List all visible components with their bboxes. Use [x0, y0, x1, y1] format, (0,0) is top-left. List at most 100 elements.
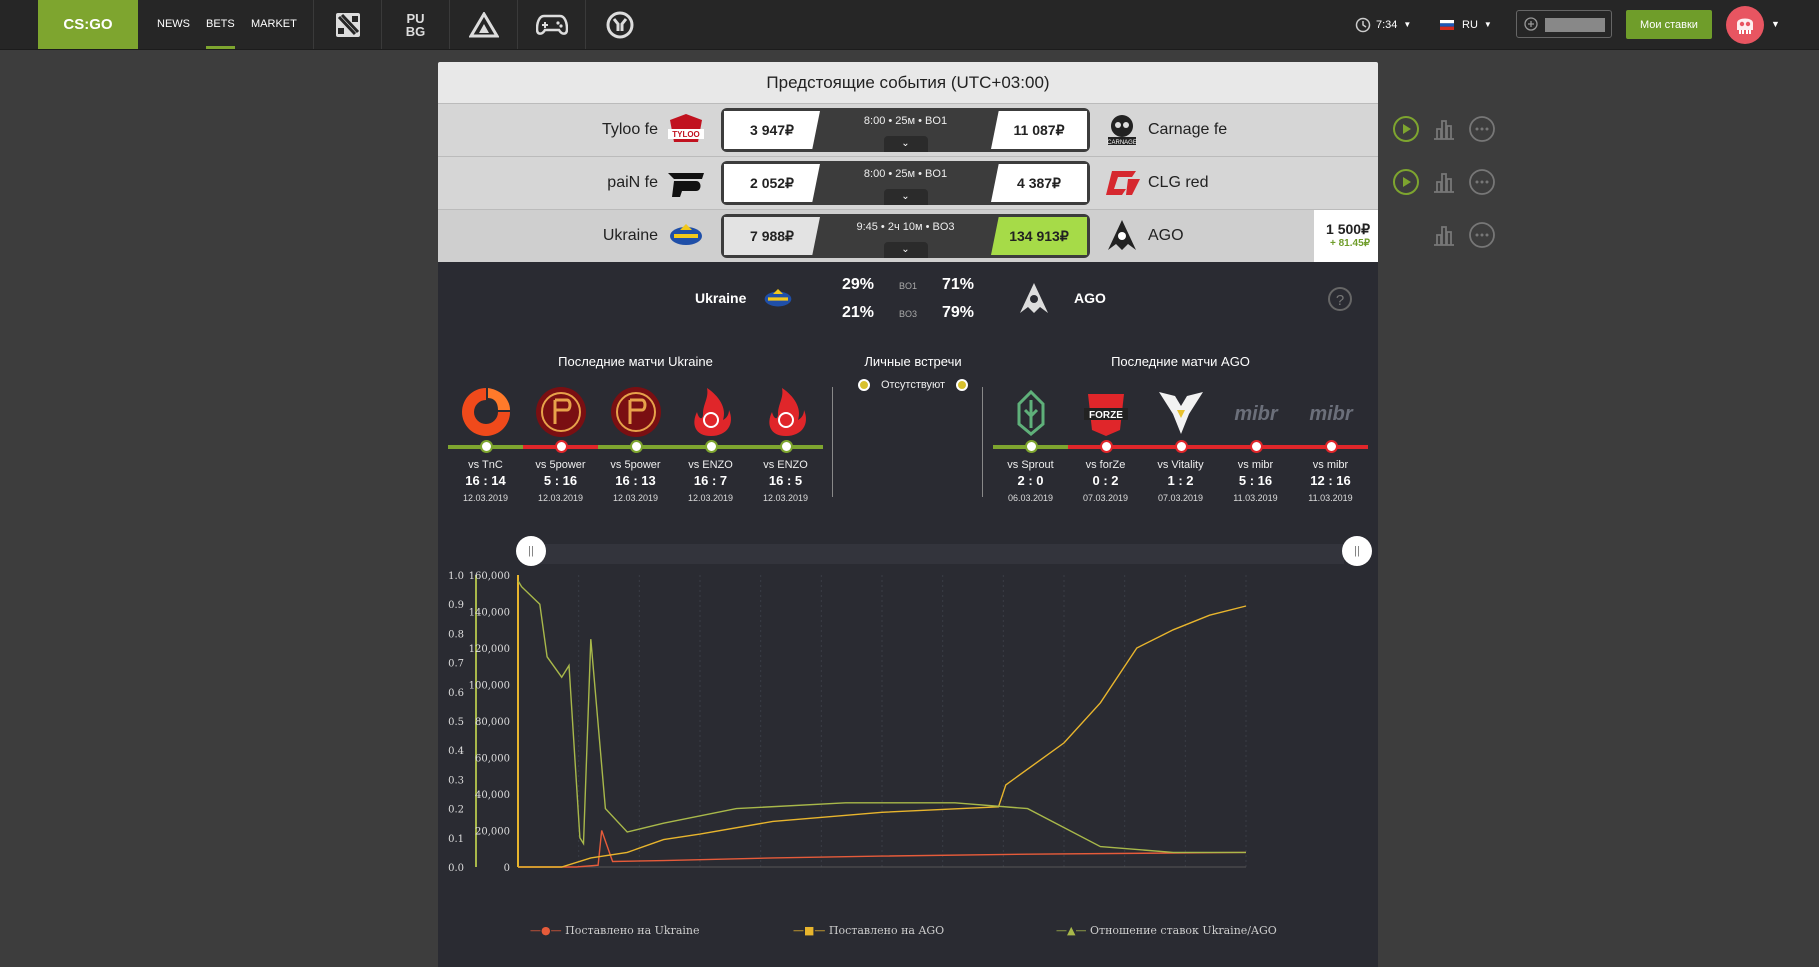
- game-tab-overwatch[interactable]: [585, 0, 653, 49]
- opponent-name: vs ENZO: [688, 459, 733, 471]
- left-odd-button[interactable]: 3 947₽: [724, 111, 820, 149]
- play-stream-icon[interactable]: [1392, 115, 1420, 143]
- ratio-tick-label: 0.8: [448, 629, 464, 640]
- game-tab-pubg[interactable]: PU BG: [381, 0, 449, 49]
- line-chart-svg: 1.0 0.9 0.8 0.7 0.6 0.5 0.4 0.3 0.2 0.1 0.0 160,000…: [448, 571, 1247, 874]
- nav-link-news[interactable]: NEWS: [157, 0, 190, 49]
- match-score: 16 : 14: [465, 473, 506, 488]
- sprout-logo-icon: [1017, 389, 1044, 436]
- stake-gain: + 81.45₽: [1329, 238, 1370, 249]
- nav-link-bets[interactable]: BETS: [206, 0, 235, 49]
- left-odd-button[interactable]: 2 052₽: [724, 164, 820, 202]
- bar-chart-icon[interactable]: [1430, 168, 1458, 196]
- clock[interactable]: 7:34 ▼: [1355, 0, 1411, 49]
- avatar[interactable]: [1726, 6, 1764, 44]
- ratio-tick-label: 1.0: [448, 571, 464, 582]
- recent-match-item[interactable]: vs TnC 16 : 14 12.03.2019: [448, 384, 523, 503]
- recent-match-item[interactable]: mibr vs mibr 5 : 16 11.03.2019: [1218, 384, 1293, 503]
- right-odd-button-selected[interactable]: 134 913₽: [991, 217, 1087, 255]
- help-icon[interactable]: ?: [1328, 287, 1352, 311]
- opponent-name: vs 5power: [535, 459, 586, 471]
- match-actions: [1392, 168, 1502, 198]
- nav-link-market[interactable]: MARKET: [251, 0, 297, 49]
- ago-logo-icon: [1020, 283, 1048, 313]
- game-tab-artifact[interactable]: [449, 0, 517, 49]
- vitality-logo-icon: [1158, 392, 1203, 434]
- ukraine-logo-icon: [670, 224, 702, 245]
- legend-item-ukraine[interactable]: —●— Поставлено на Ukraine: [530, 924, 700, 937]
- legend-item-ago[interactable]: —■— Поставлено на AGO: [793, 924, 944, 937]
- legend-item-ratio[interactable]: —▲— Отношение ставок Ukraine/AGO: [1056, 924, 1277, 937]
- language-selector[interactable]: RU ▼: [1440, 0, 1492, 49]
- match-details-panel: Ukraine 29% BO1 71% 21% BO3 79% AGO ? По…: [438, 262, 1378, 967]
- match-date: 07.03.2019: [1082, 493, 1129, 503]
- csgo-logo[interactable]: CS:GO: [38, 0, 138, 49]
- bar-chart-icon[interactable]: [1430, 221, 1458, 249]
- match-row-selected[interactable]: Ukraine 7 988₽ 9:45 • 2ч 10м • BO3 ⌄ 134…: [438, 209, 1378, 262]
- recent-match-item[interactable]: vs ENZO 16 : 7 12.03.2019: [673, 384, 748, 503]
- legend-marker-triangle: —▲—: [1056, 924, 1087, 937]
- match-score: 0 : 2: [1092, 473, 1119, 488]
- game-tab-gamepad[interactable]: [517, 0, 585, 49]
- odds-pill: 2 052₽ 8:00 • 25м • BO1 ⌄ 4 387₽: [721, 161, 1090, 205]
- match-score: 16 : 5: [768, 473, 803, 488]
- play-stream-icon[interactable]: [1392, 168, 1420, 196]
- match-date: 12.03.2019: [762, 493, 809, 503]
- recent-match-item[interactable]: FORZE vs forZe 0 : 2 07.03.2019: [1068, 384, 1143, 503]
- plus-circle-icon: [1524, 17, 1538, 31]
- right-team-name: CLG red: [1148, 174, 1209, 191]
- carnage-logo-text: CARNAGE: [1107, 140, 1137, 146]
- more-options-icon[interactable]: [1468, 115, 1496, 143]
- match-score: 1 : 2: [1167, 473, 1194, 488]
- left-team-name: Ukraine: [602, 227, 658, 244]
- match-actions: [1392, 115, 1502, 145]
- bo1-right-percent: 71%: [942, 276, 975, 293]
- legend-label: Отношение ставок Ukraine/AGO: [1089, 924, 1277, 937]
- match-score: 2 : 0: [1017, 473, 1044, 488]
- match-date: 06.03.2019: [1007, 493, 1054, 503]
- more-options-icon[interactable]: [1468, 168, 1496, 196]
- skull-avatar-icon: [1737, 18, 1753, 34]
- gamepad-icon: [535, 14, 568, 35]
- more-options-icon[interactable]: [1468, 221, 1496, 249]
- mibr-logo-text: mibr: [1309, 403, 1354, 425]
- right-odd-button[interactable]: 4 387₽: [991, 164, 1087, 202]
- chevron-down-icon[interactable]: ⌄: [883, 242, 928, 258]
- match-actions: [1392, 221, 1502, 251]
- recent-match-item[interactable]: vs Vitality 1 : 2 07.03.2019: [1143, 384, 1218, 503]
- opponent-name: vs Sprout: [1007, 459, 1054, 471]
- recent-match-item[interactable]: mibr vs mibr 12 : 16 11.03.2019: [1293, 384, 1368, 503]
- match-date: 11.03.2019: [1233, 493, 1278, 503]
- recent-match-item[interactable]: vs 5power 16 : 13 12.03.2019: [598, 384, 673, 503]
- recent-match-item[interactable]: vs 5power 5 : 16 12.03.2019: [523, 384, 598, 503]
- ratio-tick-label: 0.1: [448, 834, 464, 845]
- details-team-right: AGO: [1074, 290, 1106, 306]
- match-info: 8:00 • 25м • BO1: [863, 115, 948, 127]
- right-team-name: Carnage fe: [1148, 121, 1228, 138]
- match-date: 07.03.2019: [1157, 493, 1204, 503]
- left-odd-button[interactable]: 7 988₽: [724, 217, 820, 255]
- match-row[interactable]: Tyloo fe TYLOO 3 947₽ 8:00 • 25м • BO1 ⌄…: [438, 103, 1378, 156]
- money-tick-label: 0: [504, 863, 510, 874]
- team-left-dot: [857, 379, 870, 392]
- match-row[interactable]: paiN fe 2 052₽ 8:00 • 25м • BO1 ⌄ 4 387₽…: [438, 156, 1378, 209]
- my-bets-button[interactable]: Мои ставки: [1626, 10, 1712, 39]
- chevron-down-icon[interactable]: ⌄: [883, 189, 928, 205]
- language-code: RU: [1462, 18, 1478, 31]
- caret-down-icon[interactable]: ▼: [1771, 19, 1780, 29]
- 5power-logo-icon: [610, 387, 661, 437]
- recent-match-item[interactable]: vs Sprout 2 : 0 06.03.2019: [993, 384, 1068, 503]
- head-to-head-empty: Отсутствуют: [853, 379, 973, 392]
- stake-amount: 1 500₽: [1326, 221, 1370, 237]
- match-score: 5 : 16: [1238, 473, 1273, 488]
- bar-chart-icon[interactable]: [1430, 115, 1458, 143]
- recent-match-item[interactable]: vs ENZO 16 : 5 12.03.2019: [748, 384, 823, 503]
- balance-add-box[interactable]: [1516, 10, 1612, 38]
- dota2-icon: [335, 12, 360, 37]
- chevron-down-icon[interactable]: ⌄: [883, 136, 928, 152]
- ratio-tick-label: 0.0: [448, 863, 464, 874]
- recent-matches-left-title: Последние матчи Ukraine: [558, 354, 713, 369]
- right-odd-button[interactable]: 11 087₽: [991, 111, 1087, 149]
- game-tab-dota2[interactable]: [313, 0, 381, 49]
- opponent-name: vs 5power: [610, 459, 661, 471]
